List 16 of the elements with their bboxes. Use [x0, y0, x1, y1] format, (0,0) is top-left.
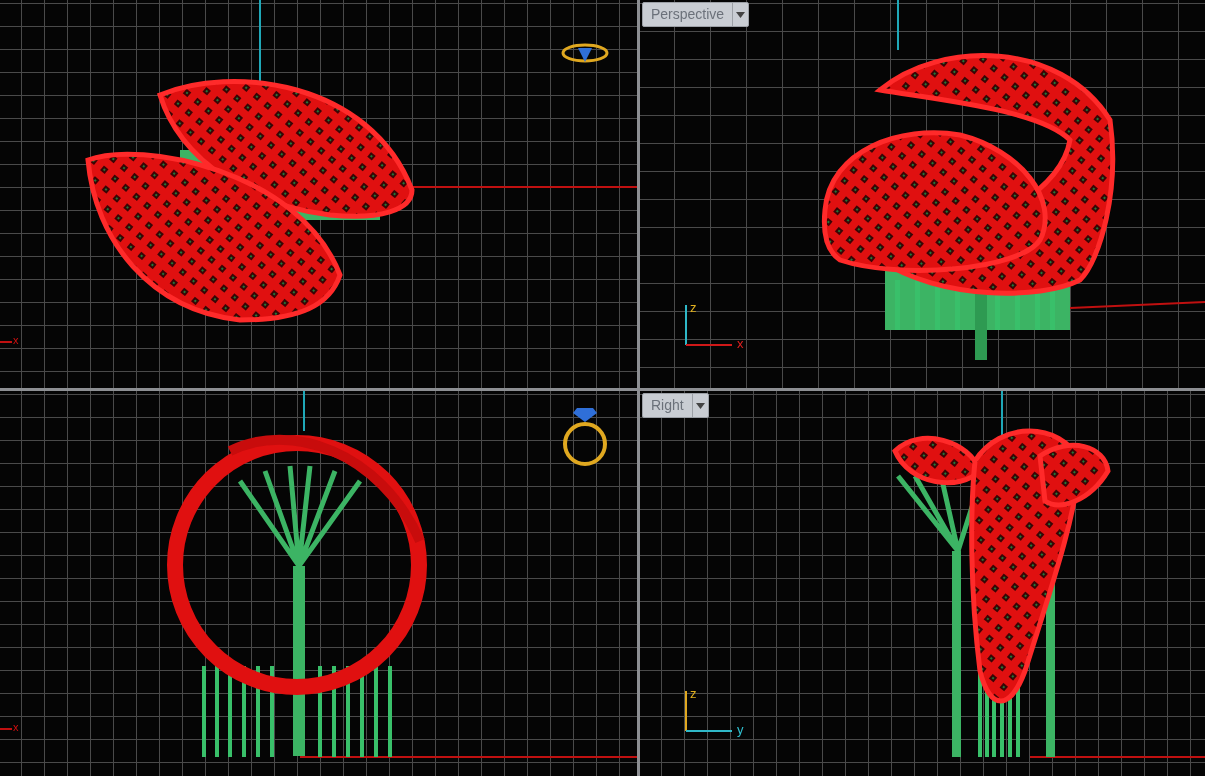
axis-label: z	[690, 301, 697, 314]
axis-line	[897, 0, 899, 51]
axis-gizmo-icon	[684, 691, 734, 733]
axis-label: y	[737, 723, 744, 736]
viewport-tab[interactable]: Right	[642, 393, 709, 418]
axis-line	[0, 728, 13, 730]
axis-line	[0, 341, 13, 343]
axis-gizmo-icon	[684, 305, 734, 347]
axis-label: x	[13, 335, 19, 346]
viewport-tab[interactable]: Perspective	[642, 2, 750, 27]
axis-label: x	[13, 722, 19, 733]
axis-line	[303, 391, 305, 432]
axis-label: z	[690, 687, 697, 700]
axis-label: x	[737, 337, 744, 350]
caret-icon	[695, 402, 705, 409]
caret-icon	[736, 11, 746, 18]
